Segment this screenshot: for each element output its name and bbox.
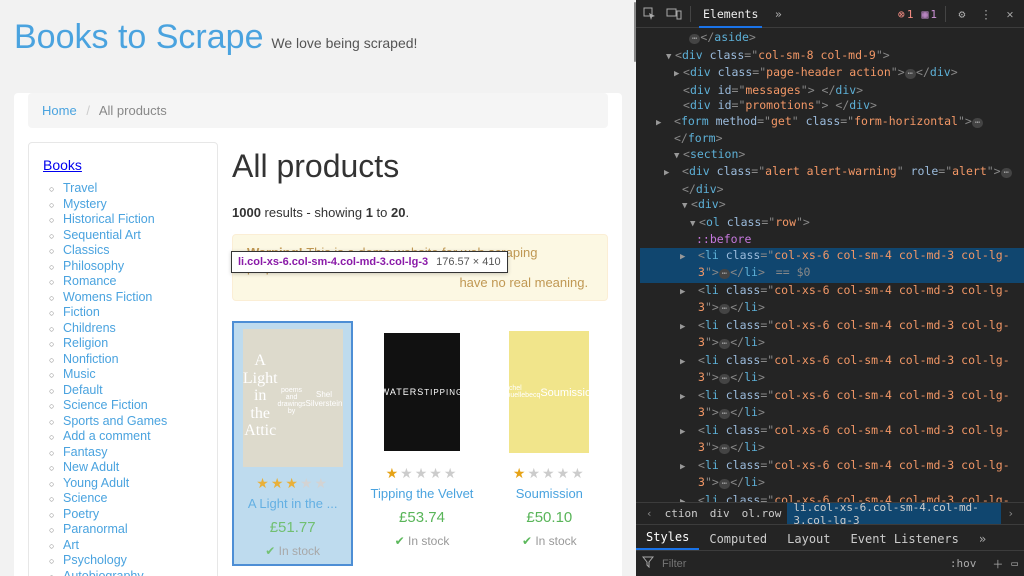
product-price: £53.74 — [365, 509, 478, 526]
sidebar-heading[interactable]: Books — [43, 157, 82, 173]
sidebar-category-link[interactable]: Fiction — [63, 305, 100, 319]
warning-alert: Warning! This is a demo website for web … — [232, 234, 608, 301]
sidebar-category-link[interactable]: Philosophy — [63, 259, 124, 273]
site-title-link[interactable]: Books to Scrape — [14, 18, 263, 56]
product-price: £51.77 — [236, 519, 349, 536]
gear-icon[interactable]: ⚙ — [954, 6, 970, 22]
sidebar-category-link[interactable]: Add a comment — [63, 429, 151, 443]
sidebar-category-link[interactable]: Music — [63, 367, 96, 381]
product-card[interactable]: SARAHWATERSTIPPINGTHE VELVET★★★★★Tipping… — [363, 321, 480, 566]
sidebar-category-link[interactable]: Science — [63, 491, 107, 505]
sidebar-category-link[interactable]: Poetry — [63, 507, 99, 521]
hov-toggle[interactable]: :hov — [950, 557, 977, 570]
page-scrollbar[interactable] — [634, 2, 636, 62]
sidebar-category-link[interactable]: Sports and Games — [63, 414, 167, 428]
product-card[interactable]: Michel HouellebecqSoumission★★★★★Soumiss… — [491, 321, 608, 566]
devtools-breadcrumb[interactable]: ‹ ction div ol.row li.col-xs-6.col-sm-4.… — [636, 502, 1024, 524]
sidebar-category-link[interactable]: Historical Fiction — [63, 212, 155, 226]
devtools-tabs-more-icon[interactable]: » — [770, 6, 786, 22]
sidebar-category-link[interactable]: Science Fiction — [63, 398, 148, 412]
star-rating: ★★★★★ — [236, 475, 349, 492]
page-title: All products — [232, 148, 608, 185]
sidebar-category-link[interactable]: Paranormal — [63, 522, 128, 536]
product-price: £50.10 — [493, 509, 606, 526]
tab-styles[interactable]: Styles — [636, 526, 699, 550]
category-sidebar: Books Travel MysteryHistorical Fiction Seq… — [28, 142, 218, 576]
sidebar-category-link[interactable]: Religion — [63, 336, 108, 350]
product-card[interactable]: A Lightin theAtticpoems anddrawings bySh… — [232, 321, 353, 566]
close-icon[interactable]: ✕ — [1002, 6, 1018, 22]
styles-filter-input[interactable] — [662, 558, 942, 570]
devtools-tab-elements[interactable]: Elements — [699, 0, 762, 28]
tab-computed[interactable]: Computed — [699, 528, 777, 550]
stock-status: ✔ In stock — [365, 534, 478, 548]
breadcrumb-current: All products — [99, 103, 167, 118]
computed-panel-icon[interactable]: ▭ — [1011, 557, 1018, 570]
error-badge[interactable]: ⊗1 — [898, 7, 914, 21]
tab-layout[interactable]: Layout — [777, 528, 840, 550]
sidebar-category-link[interactable]: Sequential Art — [63, 228, 141, 242]
devtools-panel: Elements » ⊗1 ▦1 ⚙ ⋮ ✕ ⋯</aside><div cla… — [636, 0, 1024, 576]
stock-status: ✔ In stock — [493, 534, 606, 548]
sidebar-category-link[interactable]: New Adult — [63, 460, 119, 474]
result-count: 1000 results - showing 1 to 20. — [232, 205, 608, 220]
sidebar-category-link[interactable]: Fantasy — [63, 445, 107, 459]
device-toggle-icon[interactable] — [666, 6, 682, 22]
product-title[interactable]: Tipping the Velvet — [365, 486, 478, 501]
breadcrumb: Home / All products — [28, 93, 608, 128]
new-style-rule-icon[interactable]: ＋ — [992, 556, 1003, 572]
sidebar-category-link[interactable]: Travel — [63, 181, 97, 195]
inspect-icon[interactable] — [642, 6, 658, 22]
product-title[interactable]: A Light in the ... — [236, 496, 349, 511]
sidebar-category-link[interactable]: Psychology — [63, 553, 127, 567]
sidebar-category-link[interactable]: Art — [63, 538, 79, 552]
sidebar-category-link[interactable]: Mystery — [63, 197, 107, 211]
devtools-styles-more-icon[interactable]: » — [969, 528, 996, 550]
star-rating: ★★★★★ — [365, 465, 478, 482]
site-tagline: We love being scraped! — [271, 35, 417, 51]
star-rating: ★★★★★ — [493, 465, 606, 482]
sidebar-category-link[interactable]: Childrens — [63, 321, 116, 335]
stock-status: ✔ In stock — [236, 544, 349, 558]
sidebar-category-link[interactable]: Romance — [63, 274, 117, 288]
sidebar-category-link[interactable]: Classics — [63, 243, 110, 257]
issues-badge[interactable]: ▦1 — [921, 7, 937, 21]
sidebar-category-link[interactable]: Nonfiction — [63, 352, 119, 366]
sidebar-category-link[interactable]: Young Adult — [63, 476, 129, 490]
product-title[interactable]: Soumission — [493, 486, 606, 501]
styles-tab-bar: Styles Computed Layout Event Listeners » — [636, 524, 1024, 550]
tab-event-listeners[interactable]: Event Listeners — [841, 528, 969, 550]
filter-icon[interactable] — [642, 556, 654, 572]
sidebar-category-link[interactable]: Autobiography — [63, 569, 144, 576]
dom-tree[interactable]: ⋯</aside><div class="col-sm-8 col-md-9">… — [636, 28, 1024, 502]
sidebar-category-link[interactable]: Womens Fiction — [63, 290, 152, 304]
sidebar-category-link[interactable]: Default — [63, 383, 103, 397]
kebab-icon[interactable]: ⋮ — [978, 6, 994, 22]
chevron-left-icon[interactable]: ‹ — [640, 507, 659, 520]
devtools-element-tooltip: li.col-xs-6.col-sm-4.col-md-3.col-lg-317… — [231, 251, 508, 273]
breadcrumb-home[interactable]: Home — [42, 103, 77, 118]
chevron-right-icon[interactable]: › — [1001, 507, 1020, 520]
